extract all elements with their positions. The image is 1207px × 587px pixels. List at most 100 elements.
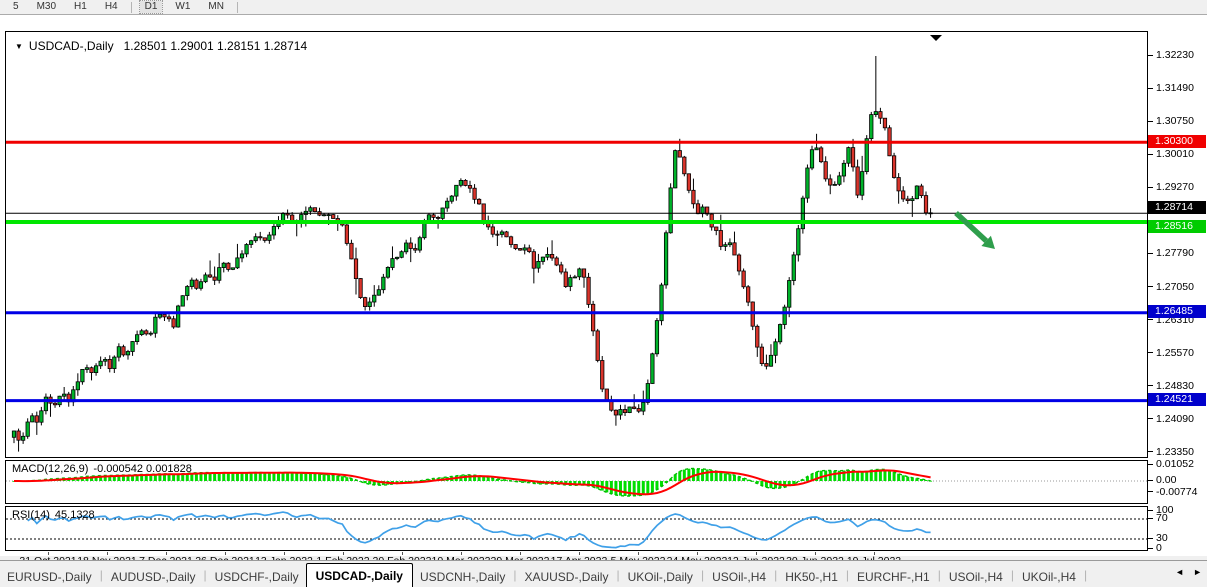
candle-body xyxy=(113,357,116,369)
candle-body xyxy=(446,201,449,208)
candle-body xyxy=(546,254,549,257)
price-chart-panel[interactable]: ▼ USDCAD-,Daily 1.28501 1.29001 1.28151 … xyxy=(5,31,1148,458)
rsi-tick-dash xyxy=(1148,548,1153,549)
candle-body xyxy=(404,243,407,252)
price-tick-label: 1.32230 xyxy=(1156,49,1194,61)
candle-body xyxy=(810,150,813,168)
candle-body xyxy=(692,190,695,204)
candle-body xyxy=(236,258,239,268)
candle-body xyxy=(400,252,403,258)
timeframe-button-W1[interactable]: W1 xyxy=(170,1,195,13)
tab-scroll-right-icon[interactable]: ► xyxy=(1193,567,1202,577)
candle-body xyxy=(477,199,480,204)
tab-usdcad-daily[interactable]: USDCAD-,Daily xyxy=(306,563,413,587)
price-tick-dash xyxy=(1148,121,1153,122)
macd-histogram-bar xyxy=(902,475,905,481)
price-chart-canvas[interactable] xyxy=(6,32,1147,457)
candle-body xyxy=(149,333,152,334)
candle-body xyxy=(259,237,262,238)
candle-body xyxy=(537,261,540,268)
candle-body xyxy=(468,186,471,189)
tab-xauusd-daily[interactable]: XAUUSD-,Daily xyxy=(517,567,615,587)
candle-body xyxy=(783,307,786,324)
tab-eurusd-daily[interactable]: EURUSD-,Daily xyxy=(0,567,99,587)
candle-body xyxy=(263,238,266,241)
macd-histogram-bar xyxy=(304,473,307,481)
candle-body xyxy=(564,272,567,287)
candle-body xyxy=(532,252,535,269)
tab-ukoil-h4[interactable]: UKOil-,H4 xyxy=(1015,567,1083,587)
sell-arrow-annotation[interactable] xyxy=(956,213,986,241)
macd-tick-dash xyxy=(1148,464,1153,465)
candle-body xyxy=(482,204,485,221)
macd-histogram-bar xyxy=(263,473,266,481)
candle-body xyxy=(491,227,494,234)
tab-audusd-daily[interactable]: AUDUSD-,Daily xyxy=(104,567,203,587)
macd-tick-label: -0.00774 xyxy=(1156,486,1197,498)
macd-histogram-bar xyxy=(651,481,654,492)
macd-histogram-bar xyxy=(277,473,280,481)
timeframe-button-5[interactable]: 5 xyxy=(8,1,24,13)
macd-histogram-bar xyxy=(856,471,859,481)
price-tick-dash xyxy=(1148,319,1153,320)
tab-hk50-h1[interactable]: HK50-,H1 xyxy=(778,567,845,587)
macd-histogram-bar xyxy=(227,473,230,481)
rsi-indicator-canvas[interactable] xyxy=(6,507,1147,550)
macd-histogram-bar xyxy=(865,471,868,481)
candle-body xyxy=(838,176,841,184)
candle-body xyxy=(199,282,202,289)
timeframe-button-MN[interactable]: MN xyxy=(203,1,229,13)
rsi-indicator-panel[interactable]: RSI(14)45.1328 xyxy=(5,506,1148,551)
price-tick-dash xyxy=(1148,154,1153,155)
macd-histogram-bar xyxy=(345,477,348,481)
candle-body xyxy=(870,115,873,139)
price-axis[interactable]: 1.322301.314901.307501.300101.292701.277… xyxy=(1148,31,1207,571)
price-tick-dash xyxy=(1148,385,1153,386)
candle-body xyxy=(94,366,97,373)
macd-histogram-bar xyxy=(487,477,490,481)
toolbar-separator xyxy=(237,2,238,13)
rsi-label: RSI(14)45.1328 xyxy=(12,509,95,521)
candle-body xyxy=(664,233,667,285)
candle-body xyxy=(473,188,476,199)
macd-histogram-bar xyxy=(701,469,704,481)
tab-usdcnh-daily[interactable]: USDCNH-,Daily xyxy=(413,567,512,587)
timeframe-button-H4[interactable]: H4 xyxy=(100,1,123,13)
macd-title: MACD(12,26,9) xyxy=(12,463,88,475)
rsi-tick-label: 0 xyxy=(1156,542,1162,554)
tab-usoil-h4[interactable]: USOil-,H4 xyxy=(705,567,773,587)
tab-eurchf-h1[interactable]: EURCHF-,H1 xyxy=(850,567,937,587)
candle-body xyxy=(500,232,503,235)
candle-body xyxy=(587,277,590,304)
tab-usoil-h4[interactable]: USOil-,H4 xyxy=(942,567,1010,587)
macd-histogram-bar xyxy=(906,477,909,481)
candle-body xyxy=(464,180,467,185)
macd-histogram-bar xyxy=(888,471,891,481)
timeframe-button-M30[interactable]: M30 xyxy=(32,1,61,13)
macd-histogram-bar xyxy=(614,481,617,495)
macd-histogram-bar xyxy=(619,481,622,496)
macd-values: -0.000542 0.001828 xyxy=(93,463,191,475)
price-label-1.26485: 1.26485 xyxy=(1148,305,1206,318)
candle-body xyxy=(131,342,134,352)
candle-body xyxy=(414,249,417,251)
candle-body xyxy=(642,402,645,411)
tab-scroll-left-icon[interactable]: ◄ xyxy=(1175,567,1184,577)
timeframe-button-H1[interactable]: H1 xyxy=(69,1,92,13)
candle-body xyxy=(792,255,795,281)
tab-ukoil-daily[interactable]: UKOil-,Daily xyxy=(621,567,700,587)
macd-histogram-bar xyxy=(172,474,175,481)
macd-histogram-bar xyxy=(678,471,681,481)
candle-body xyxy=(678,151,681,158)
chart-shift-marker-icon[interactable] xyxy=(930,35,942,41)
macd-histogram-bar xyxy=(624,481,627,496)
timeframe-button-D1[interactable]: D1 xyxy=(140,1,163,13)
price-tick-dash xyxy=(1148,253,1153,254)
tab-usdchf-daily[interactable]: USDCHF-,Daily xyxy=(208,567,306,587)
candle-body xyxy=(455,185,458,196)
timeframe-toolbar: 5 M30 H1 H4 D1 W1 MN xyxy=(0,0,1207,15)
macd-indicator-panel[interactable]: MACD(12,26,9) -0.000542 0.001828 xyxy=(5,460,1148,504)
candle-body xyxy=(902,191,905,199)
macd-histogram-bar xyxy=(250,473,253,481)
collapse-quote-icon[interactable]: ▼ xyxy=(15,42,23,51)
